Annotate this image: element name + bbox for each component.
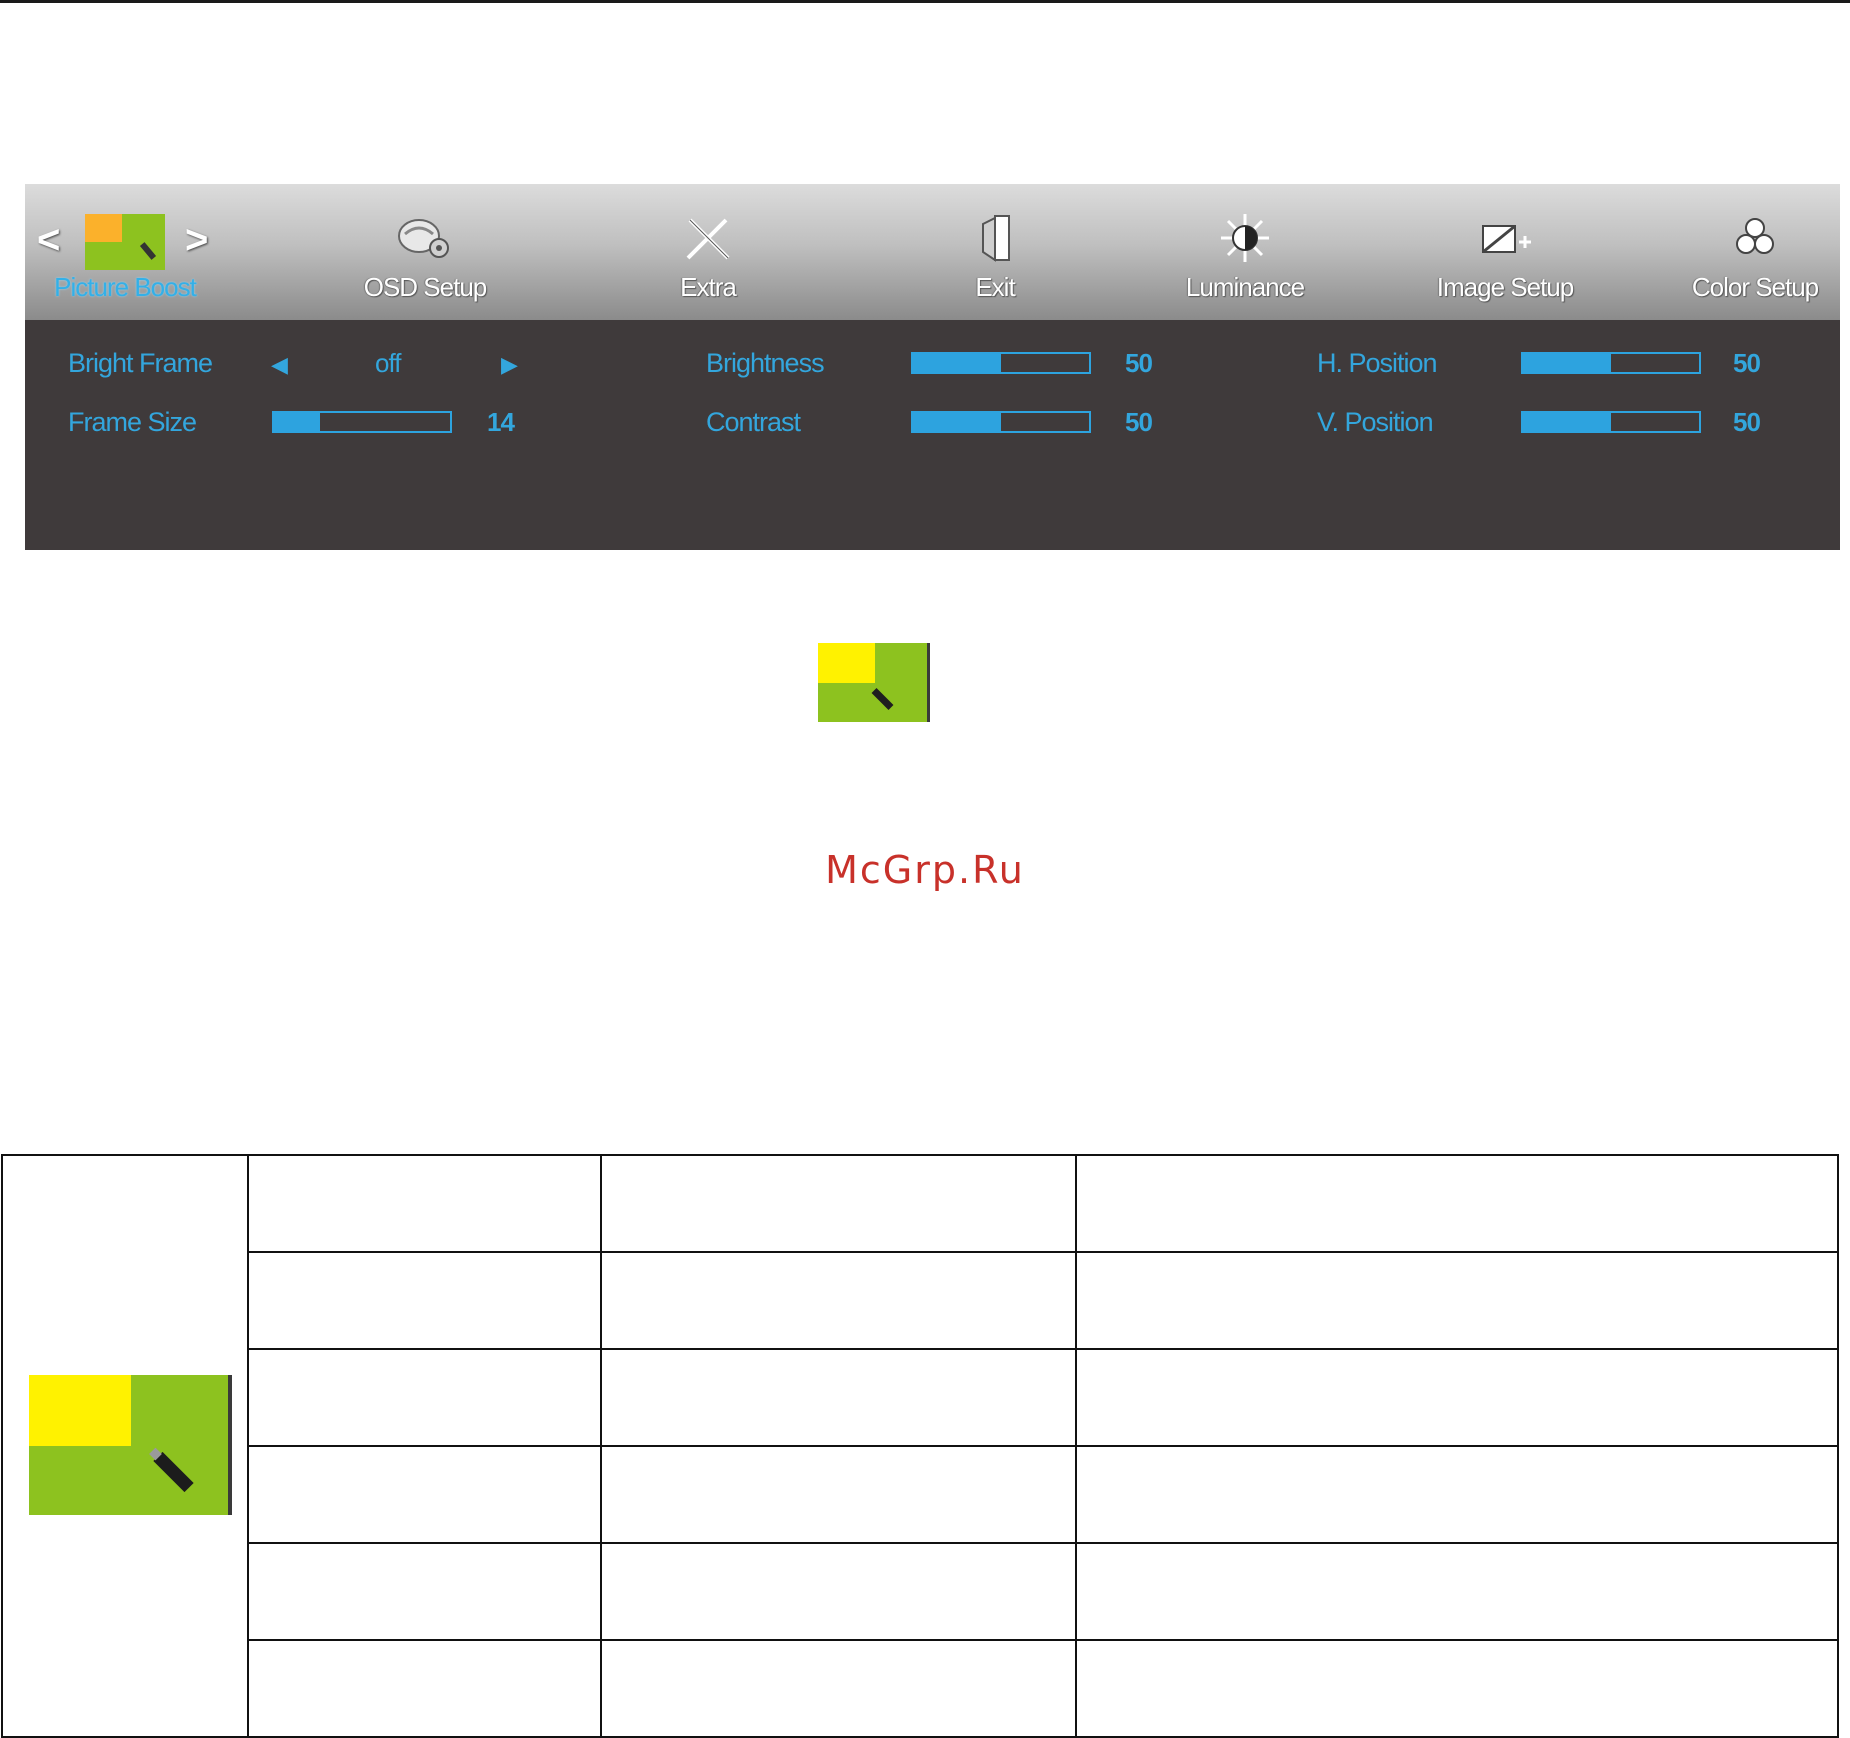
tab-image-setup[interactable]: Image Setup [1405,184,1605,320]
contrast-label: Contrast [706,407,801,437]
tab-label: Exit [975,272,1015,302]
top-rule [0,0,1850,3]
table-cell [247,1542,602,1641]
table-cell [1075,1639,1839,1738]
tab-luminance[interactable]: Luminance [1145,184,1345,320]
v-position-value: 50 [1733,407,1761,437]
table-cell [247,1445,602,1544]
table-row [2,1348,1839,1447]
table-cell [1075,1154,1839,1253]
tab-label: Extra [680,272,737,302]
frame-size-value: 14 [487,407,515,437]
tab-extra[interactable]: Extra [608,184,808,320]
frame-size-label: Frame Size [68,407,197,437]
table-cell [247,1348,602,1447]
bright-frame-value[interactable]: off [375,348,401,379]
tab-label: Picture Boost [54,272,197,302]
table-cell [600,1154,1077,1253]
v-position-slider[interactable] [1521,411,1701,433]
tab-label: OSD Setup [363,272,488,302]
table-row [2,1251,1839,1350]
luminance-sun-icon [1221,214,1269,262]
triangle-right-icon[interactable]: ▶ [501,352,518,378]
table-cell [247,1639,602,1738]
table-cell [1075,1251,1839,1350]
image-setup-icon [1482,224,1531,254]
picture-boost-icon [29,1375,232,1515]
brightness-value: 50 [1125,348,1153,378]
exit-door-icon [982,215,1010,262]
h-position-value: 50 [1733,348,1761,378]
brightness-slider[interactable] [911,352,1091,374]
extra-tools-icon [686,218,730,260]
triangle-left-icon[interactable]: ◀ [271,352,288,378]
table-row [2,1445,1839,1544]
v-position-label: V. Position [1317,407,1434,437]
contrast-slider[interactable] [911,411,1091,433]
table-cell [247,1154,602,1253]
color-setup-icon [1736,218,1774,254]
table-cell [600,1542,1077,1641]
tab-label: Image Setup [1436,272,1574,302]
table-row [2,1639,1839,1738]
settings-table [1,1154,1839,1738]
osd-menu: < > Picture Boost OSD Setup Extra Exit L… [25,184,1840,550]
table-cell [247,1251,602,1350]
picture-boost-icon [85,214,165,270]
frame-size-slider[interactable] [272,411,452,433]
table-row [2,1542,1839,1641]
tab-label: Luminance [1185,272,1305,302]
table-cell [600,1445,1077,1544]
table-cell [600,1348,1077,1447]
tab-exit[interactable]: Exit [895,184,1095,320]
table-cell [1075,1445,1839,1544]
table-cell [1075,1542,1839,1641]
contrast-value: 50 [1125,407,1153,437]
table-cell [600,1251,1077,1350]
tab-picture-boost[interactable]: Picture Boost [25,184,225,320]
tab-color-setup[interactable]: Color Setup [1655,184,1850,320]
table-cell [600,1639,1077,1738]
h-position-slider[interactable] [1521,352,1701,374]
tab-osd-setup[interactable]: OSD Setup [325,184,525,320]
tab-label: Color Setup [1691,272,1819,302]
osd-setup-icon [398,219,449,258]
osd-tab-bar: < > Picture Boost OSD Setup Extra Exit L… [25,184,1840,320]
h-position-label: H. Position [1317,348,1438,378]
table-cell [1075,1348,1839,1447]
bright-frame-label: Bright Frame [68,348,213,378]
brightness-label: Brightness [706,348,825,378]
picture-boost-icon [818,643,930,722]
watermark: McGrp.Ru [825,848,1025,892]
